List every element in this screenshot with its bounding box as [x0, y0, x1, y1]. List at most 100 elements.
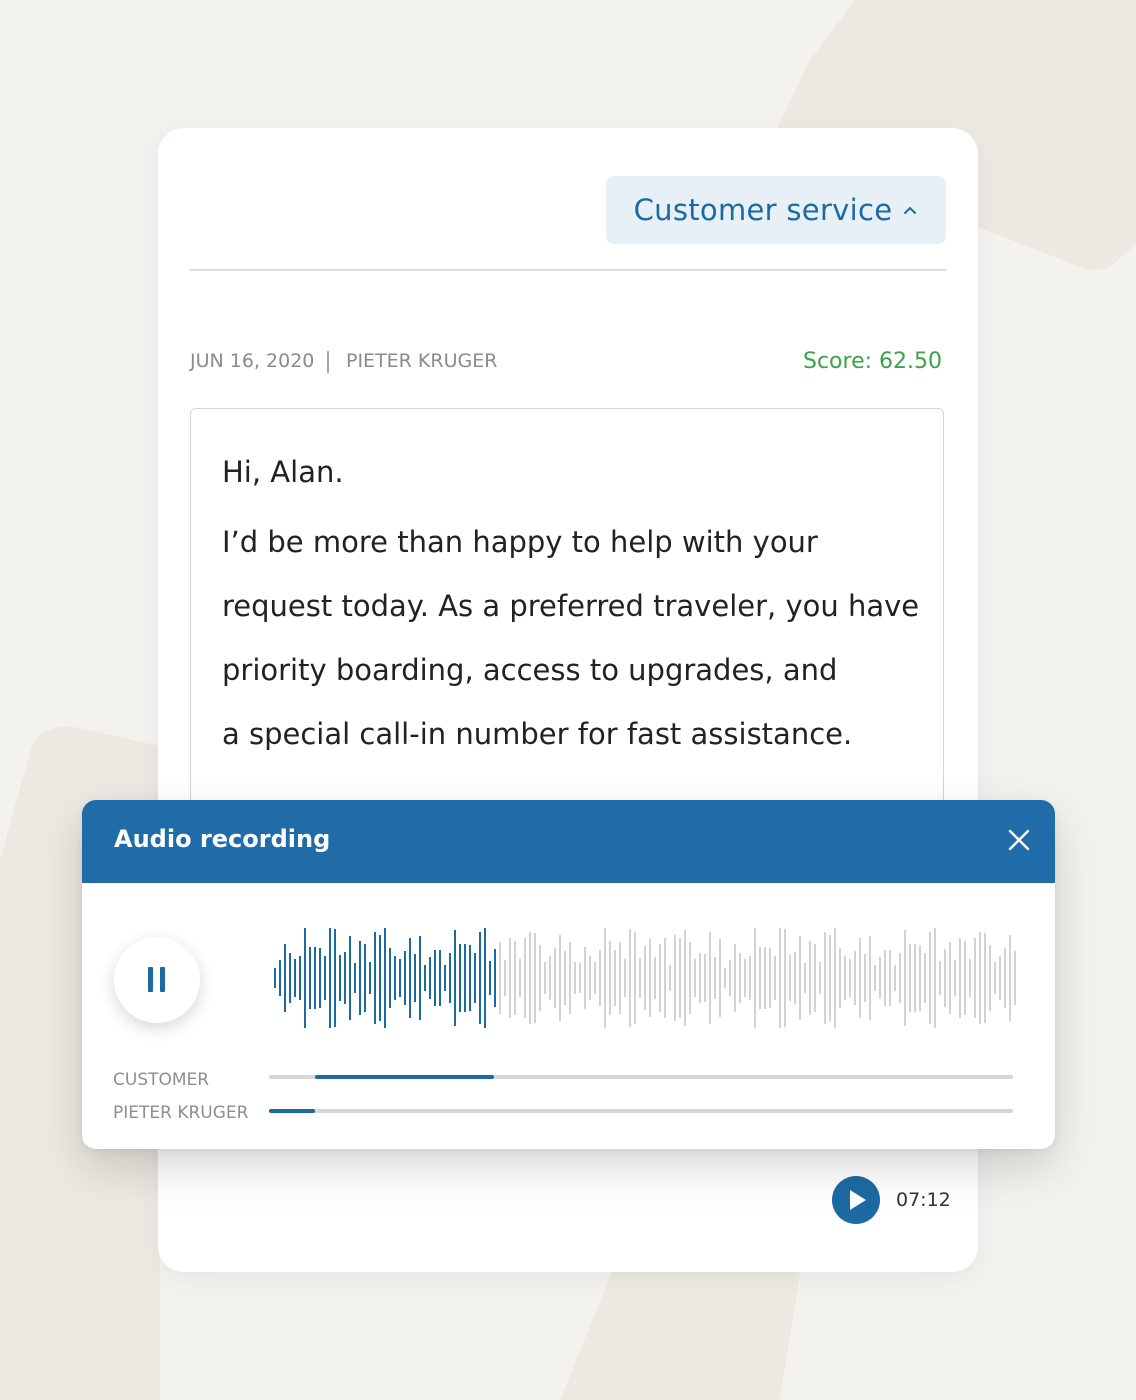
waveform-bar [644, 946, 646, 1010]
category-dropdown-button[interactable]: Customer service [606, 176, 946, 244]
track-agent[interactable] [269, 1109, 1013, 1113]
pause-icon [148, 967, 153, 992]
agent-name: PIETER KRUGER [346, 350, 498, 372]
waveform-bar [674, 935, 676, 1021]
track-customer[interactable] [269, 1075, 1013, 1079]
waveform-bar [294, 959, 296, 997]
message-line: priority boarding, access to upgrades, a… [222, 653, 838, 687]
waveform-bar [529, 932, 531, 1024]
waveform-bar [844, 956, 846, 1000]
waveform-bar [684, 930, 686, 1026]
waveform-bar [299, 956, 301, 1000]
waveform-bar [749, 956, 751, 1000]
waveform-bar [924, 953, 926, 1003]
waveform-bar [774, 956, 776, 1000]
waveform-bar [309, 947, 311, 1009]
waveform-bar [854, 951, 856, 1005]
chevron-up-icon [904, 206, 917, 214]
waveform-bar [614, 950, 616, 1006]
waveform-bar [1009, 935, 1011, 1021]
waveform-bar [374, 932, 376, 1024]
waveform-bar [1014, 951, 1016, 1005]
waveform-bar [534, 933, 536, 1023]
waveform-bar [884, 950, 886, 1006]
waveform-bar [799, 936, 801, 1020]
waveform-bar [549, 956, 551, 1000]
panel-title: Audio recording [114, 825, 331, 853]
panel-header: Audio recording [82, 800, 1055, 883]
message-line: I’d be more than happy to help with your [222, 525, 818, 559]
waveform-bar [624, 959, 626, 997]
waveform-bar [664, 938, 666, 1018]
score-label: Score: 62.50 [802, 349, 942, 374]
waveform-bar [734, 944, 736, 1012]
play-button[interactable] [832, 1176, 880, 1224]
waveform-bar [729, 960, 731, 996]
waveform-bar [414, 954, 416, 1002]
waveform-bar [794, 952, 796, 1004]
waveform-bar [564, 951, 566, 1005]
waveform-bar [314, 947, 316, 1009]
waveform-bar [349, 936, 351, 1020]
waveform-bar [894, 965, 896, 991]
waveform-bar [384, 928, 386, 1028]
waveform-bar [669, 965, 671, 991]
waveform-bar [494, 949, 496, 1007]
waveform-bar [889, 950, 891, 1006]
waveform-bar [464, 944, 466, 1012]
waveform-bar [499, 942, 501, 1014]
audio-waveform[interactable] [262, 928, 1032, 1028]
waveform-bar [334, 929, 336, 1027]
waveform-bar [369, 962, 371, 994]
track-segment-customer [315, 1075, 494, 1079]
waveform-bar [274, 968, 276, 988]
waveform-bar [484, 928, 486, 1028]
waveform-bar [584, 947, 586, 1009]
track-label-customer: CUSTOMER [113, 1070, 210, 1090]
waveform-bar [344, 952, 346, 1004]
waveform-bar [999, 956, 1001, 1000]
waveform-bar [654, 957, 656, 999]
message-line: request today. As a preferred traveler, … [222, 589, 920, 623]
waveform-bar [809, 941, 811, 1015]
waveform-bar [579, 963, 581, 993]
waveform-bar [354, 963, 356, 993]
waveform-bar [679, 938, 681, 1018]
waveform-bar [849, 959, 851, 997]
track-label-agent: PIETER KRUGER [113, 1103, 249, 1123]
waveform-bar [389, 948, 391, 1008]
waveform-bar [759, 947, 761, 1009]
waveform-bar [904, 930, 906, 1026]
waveform-bar [724, 968, 726, 988]
waveform-bar [754, 928, 756, 1028]
waveform-bar [874, 965, 876, 991]
waveform-bar [439, 950, 441, 1006]
waveform-bar [454, 930, 456, 1026]
waveform-bar [329, 928, 331, 1028]
waveform-bar [704, 954, 706, 1002]
waveform-bar [969, 959, 971, 997]
audio-recording-panel: Audio recording CUSTOMER PIETER KRUGER [82, 800, 1055, 1149]
waveform-bar [689, 942, 691, 1014]
waveform-bar [974, 938, 976, 1018]
close-icon[interactable] [1007, 828, 1031, 852]
waveform-bar [859, 938, 861, 1018]
message-greeting: Hi, Alan. [222, 455, 344, 489]
waveform-bar [429, 957, 431, 999]
waveform-bar [829, 935, 831, 1021]
waveform-bar [819, 962, 821, 994]
waveform-bar [279, 960, 281, 996]
waveform-bar [899, 953, 901, 1003]
pause-button[interactable] [114, 937, 200, 1023]
waveform-bar [629, 929, 631, 1027]
waveform-bar [814, 944, 816, 1012]
waveform-bar [404, 951, 406, 1005]
waveform-bar [954, 960, 956, 996]
message-line: a special call-in number for fast assist… [222, 717, 853, 751]
play-icon [850, 1190, 866, 1210]
waveform-bar [469, 945, 471, 1011]
waveform-bar [784, 929, 786, 1027]
waveform-bar [604, 928, 606, 1028]
waveform-bar [449, 953, 451, 1003]
waveform-bar [424, 965, 426, 991]
